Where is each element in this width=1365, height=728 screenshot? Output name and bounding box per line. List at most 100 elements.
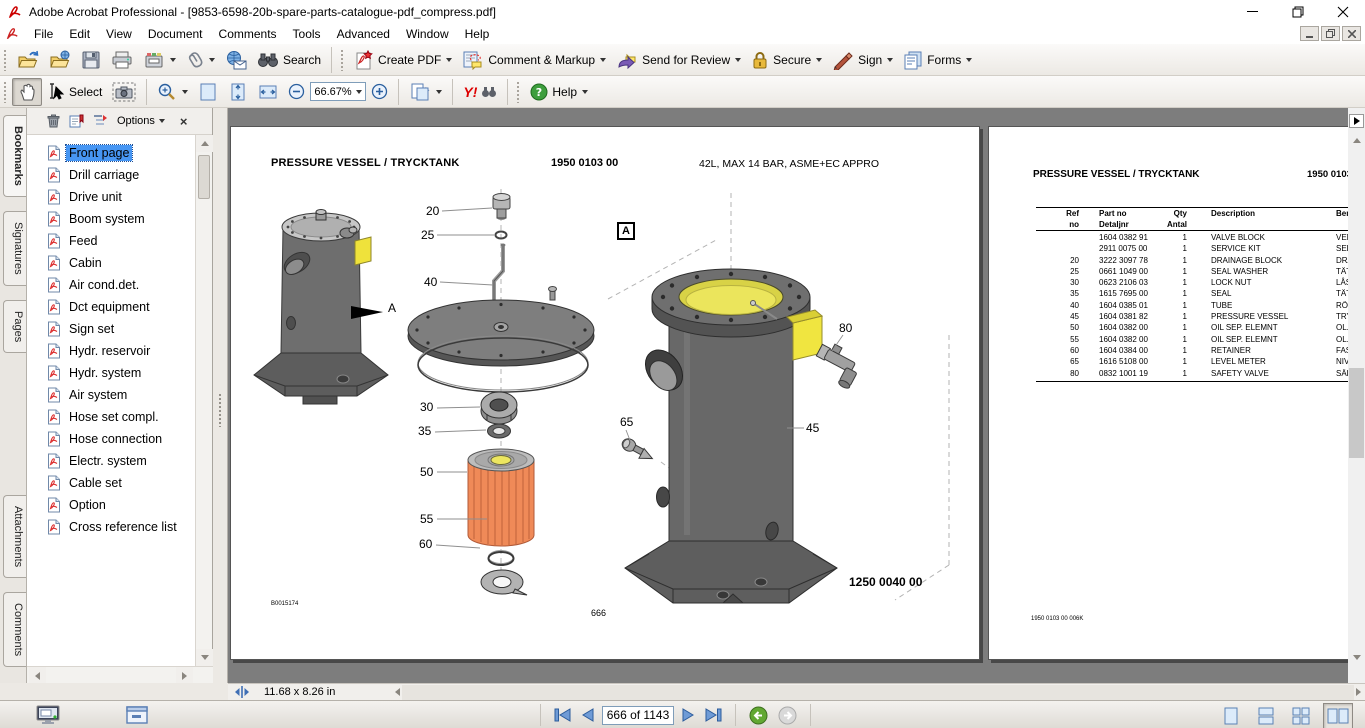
doc-scroll-right-button[interactable] <box>1356 688 1361 696</box>
previous-view-button[interactable] <box>747 704 770 727</box>
bookmark-item[interactable]: Option <box>47 494 196 516</box>
doc-restore-button[interactable] <box>1321 26 1340 41</box>
sidebar-tab[interactable]: Comments <box>3 592 26 667</box>
secure-button[interactable]: Secure <box>746 46 827 74</box>
bookmark-item[interactable]: Cabin <box>47 252 196 274</box>
print-button[interactable] <box>106 46 138 74</box>
scroll-down-button[interactable] <box>196 649 213 666</box>
forms-button[interactable]: Forms <box>898 46 977 74</box>
toolbar-grip[interactable] <box>3 81 8 103</box>
next-view-button[interactable] <box>776 704 799 727</box>
bookmark-item[interactable]: Boom system <box>47 208 196 230</box>
open-web-button[interactable] <box>44 46 76 74</box>
menu-item[interactable]: Edit <box>61 25 98 43</box>
select-tool-button[interactable]: Select <box>42 79 107 105</box>
zoom-level-combo[interactable]: 66.67% <box>310 82 366 101</box>
organizer-button[interactable] <box>138 46 181 74</box>
splitter-grip[interactable] <box>218 393 223 427</box>
snapshot-tool-button[interactable] <box>107 78 141 106</box>
sidebar-tab[interactable]: Pages <box>3 300 26 353</box>
document-vscrollbar[interactable] <box>1348 108 1365 683</box>
menu-item[interactable]: Help <box>457 25 498 43</box>
doc-minimize-button[interactable] <box>1300 26 1319 41</box>
toolbar-grip[interactable] <box>3 49 8 71</box>
expand-current-bookmark-button[interactable] <box>69 114 84 128</box>
page-display-button[interactable] <box>404 78 447 106</box>
expand-pane-button[interactable] <box>1349 114 1364 128</box>
create-pdf-button[interactable]: Create PDF <box>349 46 457 74</box>
open-button[interactable] <box>12 46 44 74</box>
bookmark-item[interactable]: Sign set <box>47 318 196 340</box>
menu-item[interactable]: Advanced <box>329 25 398 43</box>
bookmark-item[interactable]: Hose connection <box>47 428 196 450</box>
sidebar-tab[interactable]: Attachments <box>3 495 26 578</box>
bookmark-item[interactable]: Feed <box>47 230 196 252</box>
restore-button[interactable] <box>1275 0 1320 23</box>
bookmark-item[interactable]: Air cond.det. <box>47 274 196 296</box>
scroll-left-button[interactable] <box>29 667 46 684</box>
continuous-facing-button[interactable] <box>1288 703 1314 728</box>
doc-scroll-up-button[interactable] <box>1348 132 1365 149</box>
bookmark-item[interactable]: Cross reference list <box>47 516 196 538</box>
sidebar-tab[interactable]: Signatures <box>3 211 26 286</box>
scroll-right-button[interactable] <box>176 667 193 684</box>
search-button[interactable]: Search <box>252 47 326 73</box>
hand-tool-button[interactable] <box>12 78 42 106</box>
zoom-tool-button[interactable] <box>152 78 193 106</box>
bookmarks-hscrollbar[interactable] <box>27 666 213 683</box>
attach-button[interactable] <box>181 46 220 74</box>
bookmark-item[interactable]: Air system <box>47 384 196 406</box>
comment-markup-button[interactable]: Comment & Markup <box>457 46 611 74</box>
bookmark-item[interactable]: Cable set <box>47 472 196 494</box>
zoom-out-button[interactable] <box>283 79 310 104</box>
facing-pages-button[interactable] <box>1323 703 1353 728</box>
minimize-button[interactable] <box>1230 0 1275 23</box>
bookmark-item[interactable]: Dct equipment <box>47 296 196 318</box>
fit-page-button[interactable] <box>193 78 223 106</box>
toolbar-grip[interactable] <box>516 81 521 103</box>
document-area[interactable]: PRESSURE VESSEL / TRYCKTANK 1950 0103 00… <box>228 108 1348 683</box>
close-button[interactable] <box>1320 0 1365 23</box>
bookmarks-vscrollbar[interactable] <box>195 135 212 666</box>
bookmark-item[interactable]: Hose set compl. <box>47 406 196 428</box>
pane-splitter-icon[interactable] <box>234 685 250 699</box>
fit-height-button[interactable] <box>223 78 253 106</box>
yahoo-toolbar-button[interactable]: Y! <box>458 80 502 104</box>
bookmarks-options-button[interactable]: Options <box>117 115 165 127</box>
bookmark-item[interactable]: Hydr. reservoir <box>47 340 196 362</box>
menu-item[interactable]: View <box>98 25 140 43</box>
bookmark-item[interactable]: Electr. system <box>47 450 196 472</box>
bookmark-item[interactable]: Hydr. system <box>47 362 196 384</box>
new-bookmark-button[interactable] <box>93 114 108 128</box>
doc-hscrollbar[interactable] <box>402 685 1354 700</box>
menu-item[interactable]: File <box>26 25 61 43</box>
doc-close-button[interactable] <box>1342 26 1361 41</box>
bookmark-item[interactable]: Drill carriage <box>47 164 196 186</box>
save-button[interactable] <box>76 46 106 74</box>
continuous-page-button[interactable] <box>1253 703 1279 728</box>
first-page-button[interactable] <box>552 706 573 724</box>
next-page-button[interactable] <box>680 706 697 724</box>
toolbar-grip[interactable] <box>340 49 345 71</box>
bookmark-item[interactable]: Front page <box>47 142 196 164</box>
menu-item[interactable]: Document <box>140 25 211 43</box>
menu-item[interactable]: Tools <box>285 25 329 43</box>
scrollbar-thumb[interactable] <box>198 155 210 199</box>
monitor-icon[interactable] <box>36 705 60 725</box>
single-page-button[interactable] <box>1218 703 1244 728</box>
doc-scrollbar-thumb[interactable] <box>1349 368 1364 458</box>
scroll-up-button[interactable] <box>196 135 213 152</box>
sign-button[interactable]: Sign <box>827 46 898 74</box>
bookmark-item[interactable]: Drive unit <box>47 186 196 208</box>
minimized-window-icon[interactable] <box>126 705 148 725</box>
delete-bookmark-button[interactable] <box>47 114 60 128</box>
help-button[interactable]: ?Help <box>525 79 593 105</box>
previous-page-button[interactable] <box>579 706 596 724</box>
sidebar-tab[interactable]: Bookmarks <box>3 115 26 197</box>
menu-item[interactable]: Window <box>398 25 457 43</box>
email-button[interactable] <box>220 46 252 74</box>
send-for-review-button[interactable]: Send for Review <box>611 46 746 74</box>
panel-splitter[interactable] <box>213 108 228 683</box>
fit-width-button[interactable] <box>253 78 283 106</box>
menu-item[interactable]: Comments <box>211 25 285 43</box>
